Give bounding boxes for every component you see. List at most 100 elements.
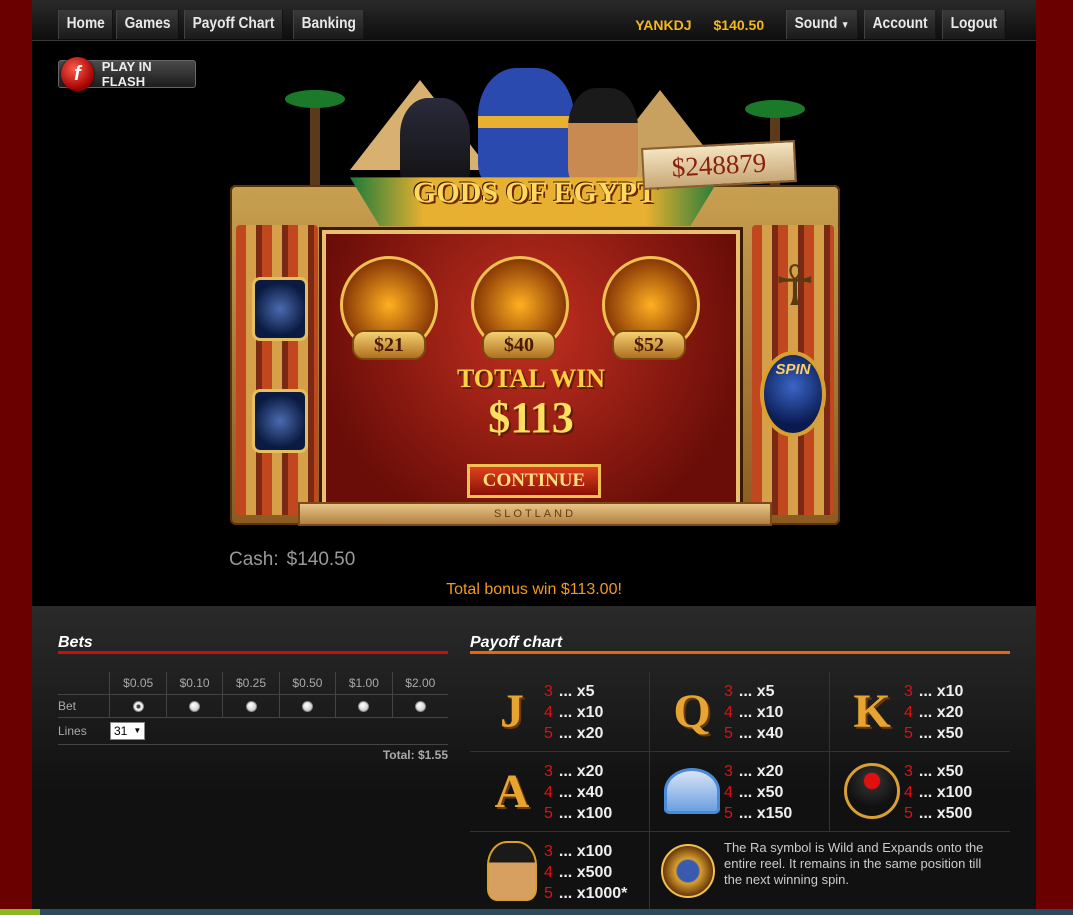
bets-table: $0.05 $0.10 $0.25 $0.50 $1.00 $2.00 Bet … [58, 672, 448, 745]
symbol-j: J [500, 684, 524, 738]
ankh-icon: ☥ [774, 254, 816, 317]
symbol-a: A [494, 764, 530, 818]
scarab-shape [844, 763, 900, 819]
bet-radio[interactable] [132, 701, 144, 713]
payoff-grid: J 3 ... x5 4 ... x10 5 ... x20 Q 3 ... x5 4.… [470, 672, 1010, 912]
palm-art [285, 90, 345, 108]
denomination: $0.10 [165, 672, 222, 694]
palm-art [310, 100, 320, 190]
bet-radio[interactable] [245, 701, 257, 713]
eye-of-horus-icon [664, 762, 720, 820]
bet-radio[interactable] [358, 701, 370, 713]
match-count: 4 [904, 784, 913, 801]
bet-radio[interactable] [189, 701, 201, 713]
bets-title: Bets [58, 634, 93, 651]
multiplier: ... x100 [558, 805, 613, 822]
payoff-cell: Q 3 ... x5 4 ... x10 5 ... x40 [650, 672, 830, 752]
payoff-line: 3 ... x100 [544, 841, 627, 862]
bet-radio[interactable] [414, 701, 426, 713]
match-count: 5 [904, 805, 913, 822]
payoff-cell: 3 ... x20 4 ... x50 5 ... x150 [650, 752, 830, 832]
match-count: 5 [544, 725, 553, 742]
prize-label: $40 [482, 330, 556, 360]
match-count: 4 [904, 704, 913, 721]
multiplier: ... x500 [918, 805, 973, 822]
sound-label: Sound [794, 15, 838, 32]
top-nav: Home Games Payoff Chart Banking YANKDJ $… [32, 0, 1036, 41]
payoff-line: 4 ... x100 [904, 782, 972, 803]
multiplier: ... x20 [918, 704, 964, 721]
bet-radio-cell [222, 695, 278, 717]
match-count: 3 [904, 763, 913, 780]
payoff-line: 3 ... x5 [724, 681, 783, 702]
brand-strip: SLOTLAND [298, 502, 772, 526]
payoff-line: 4 ... x500 [544, 862, 627, 883]
match-count: 4 [724, 784, 733, 801]
payoff-line: 5 ... x40 [724, 723, 783, 744]
payoff-line: 4 ... x20 [904, 702, 963, 723]
nav-games[interactable]: Games [116, 10, 180, 39]
play-in-flash-button[interactable]: f PLAY IN FLASH [58, 57, 196, 91]
prize-label: $21 [352, 330, 426, 360]
multiplier: ... x10 [558, 704, 604, 721]
payoff-cell-ra: The Ra symbol is Wild and Expands onto t… [650, 832, 1010, 912]
lines-select[interactable]: 31 ▼ [110, 722, 146, 740]
ra-shape [661, 844, 715, 898]
bet-total: Total: $1.55 [382, 748, 448, 762]
hieroglyph-figures [332, 400, 462, 480]
multiplier: ... x500 [558, 864, 613, 881]
match-count: 3 [724, 683, 733, 700]
nav-account[interactable]: Account [863, 10, 937, 39]
bonus-win-message: Total bonus win $113.00! [446, 581, 622, 598]
payoff-lines: 3 ... x20 4 ... x50 5 ... x150 [724, 761, 792, 824]
eye-shape [664, 768, 720, 814]
payoff-line: 5 ... x150 [724, 803, 792, 824]
payoff-line: 4 ... x10 [724, 702, 783, 723]
payoff-lines: 3 ... x5 4 ... x10 5 ... x40 [724, 681, 783, 744]
match-count: 5 [904, 725, 913, 742]
slot-game[interactable]: GODS OF EGYPT $248879 ☥ SPIN $21 $40 $52… [230, 60, 840, 528]
continue-button[interactable]: CONTINUE [467, 464, 601, 498]
nav-payoff-chart[interactable]: Payoff Chart [183, 10, 283, 39]
status-strip [0, 909, 1073, 915]
sound-menu[interactable]: Sound ▼ [786, 10, 859, 39]
cash-amount: $140.50 [286, 549, 356, 570]
payoff-lines: 3 ... x5 4 ... x10 5 ... x20 [544, 681, 603, 744]
lines-value: 31 [114, 724, 128, 738]
spin-button[interactable]: SPIN [760, 351, 826, 437]
palm-art [745, 100, 805, 118]
multiplier: ... x20 [738, 763, 784, 780]
bet-radio-cell [165, 695, 222, 717]
multiplier: ... x5 [558, 683, 595, 700]
multiplier: ... x50 [738, 784, 784, 801]
bonus-win-panel: $21 $40 $52 TOTAL WIN $113 CONTINUE [322, 230, 740, 508]
cash-line: Cash: $140.50 [229, 549, 355, 571]
bet-label: Bet [58, 699, 77, 713]
multiplier: ... x150 [738, 805, 793, 822]
jackpot-display: $248879 [641, 139, 797, 191]
bet-radio[interactable] [301, 701, 313, 713]
denomination: $0.25 [222, 672, 278, 694]
nav-banking[interactable]: Banking [292, 10, 365, 39]
payoff-title: Payoff chart [470, 634, 563, 651]
right-pillar: ☥ SPIN [752, 225, 834, 515]
nav-home[interactable]: Home [58, 10, 114, 39]
payoff-line: 3 ... x20 [724, 761, 792, 782]
username: YANKDJ [635, 16, 692, 33]
payoff-lines: 3 ... x10 4 ... x20 5 ... x50 [904, 681, 963, 744]
payoff-line: 5 ... x500 [904, 803, 972, 824]
denomination-row: $0.05 $0.10 $0.25 $0.50 $1.00 $2.00 [58, 672, 448, 694]
lines-row: Lines 31 ▼ [58, 717, 448, 745]
payoff-lines: 3 ... x50 4 ... x100 5 ... x500 [904, 761, 972, 824]
prize-label: $52 [612, 330, 686, 360]
payoff-cell: A 3 ... x20 4 ... x40 5 ... x100 [470, 752, 650, 832]
cleopatra-shape [487, 841, 537, 901]
bet-radio-cell [278, 695, 335, 717]
match-count: 3 [544, 763, 553, 780]
multiplier: ... x50 [918, 763, 964, 780]
multiplier: ... x5 [738, 683, 775, 700]
payoff-cell: 3 ... x100 4 ... x500 5 ... x1000* [470, 832, 650, 912]
match-count: 5 [544, 805, 553, 822]
nav-logout[interactable]: Logout [941, 10, 1006, 39]
bet-row: Bet [58, 694, 448, 717]
